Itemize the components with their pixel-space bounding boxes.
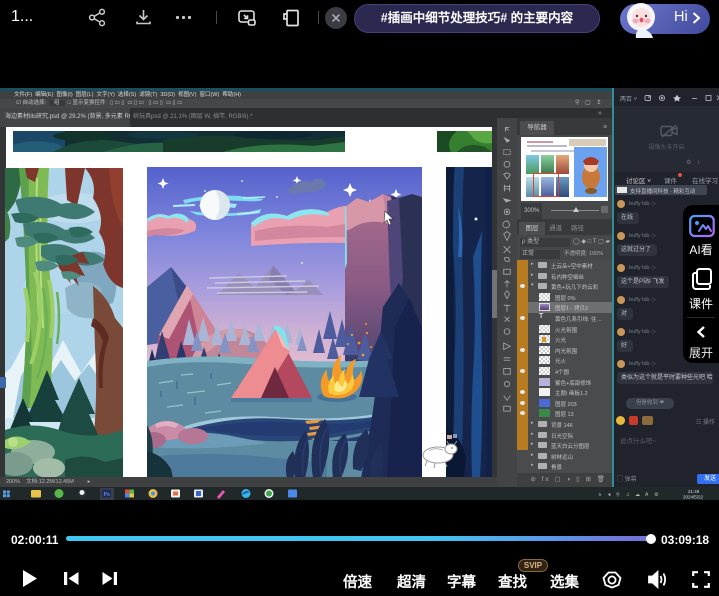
- svg-text:⚲: ⚲: [616, 492, 620, 498]
- svg-text:21:49: 21:49: [688, 489, 700, 494]
- svg-text:♫: ♫: [626, 492, 630, 498]
- svg-text:A: A: [645, 492, 649, 498]
- svg-text:∧: ∧: [598, 492, 602, 498]
- svg-text:2024/5/22: 2024/5/22: [683, 495, 704, 500]
- svg-text:●: ●: [608, 492, 611, 498]
- svg-text:☁: ☁: [635, 492, 640, 498]
- svg-text:⚙: ⚙: [654, 492, 659, 498]
- svg-text:Ps: Ps: [104, 492, 111, 498]
